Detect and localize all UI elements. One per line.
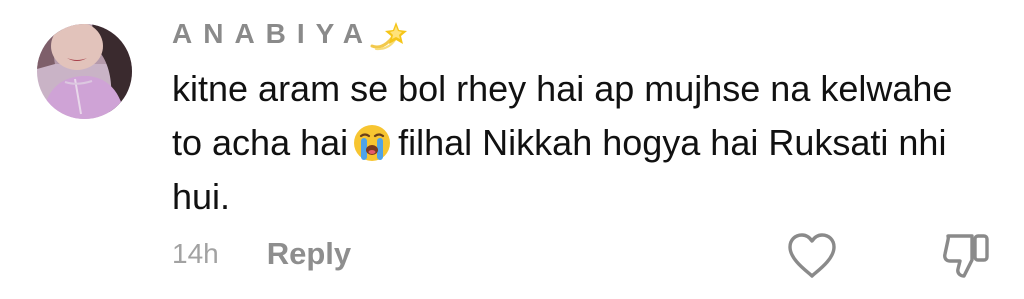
comment-item: ANABIYA kitne aram se bol rhey hai ap mu… — [0, 0, 1024, 299]
avatar[interactable] — [37, 24, 132, 119]
loudly-crying-face-icon — [354, 125, 391, 161]
dizzy-icon — [370, 22, 407, 51]
username-row: ANABIYA — [172, 14, 408, 54]
thumbs-down-outline-icon — [943, 234, 989, 278]
heart-outline-icon — [788, 233, 836, 278]
reply-button[interactable]: Reply — [267, 236, 351, 272]
timestamp: 14h — [172, 238, 219, 269]
dislike-button[interactable] — [942, 230, 992, 282]
comment-meta: 14h Reply — [172, 232, 351, 276]
like-button[interactable] — [786, 232, 838, 280]
username[interactable]: ANABIYA — [172, 18, 374, 50]
comment-text: kitne aram se bol rhey hai ap mujhse na … — [172, 62, 972, 224]
avatar-image — [37, 24, 132, 119]
